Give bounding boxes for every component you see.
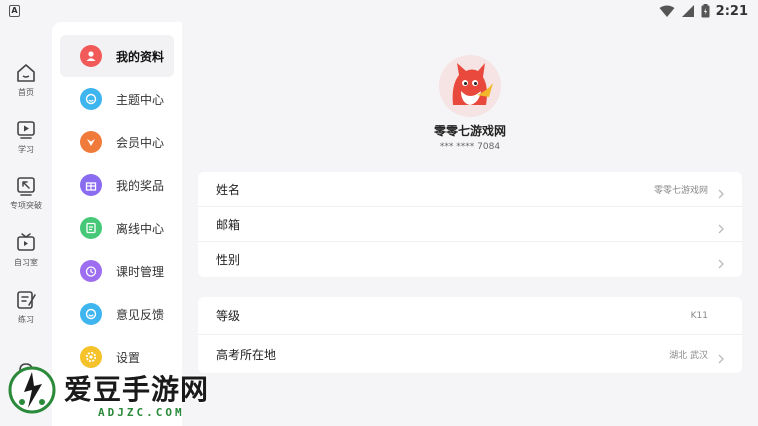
vip-icon bbox=[80, 131, 102, 153]
watermark-logo-icon bbox=[8, 366, 56, 414]
watermark-url: ADJZC.COM bbox=[98, 406, 185, 419]
row-label: 高考所在地 bbox=[216, 347, 277, 362]
rail-item-study-room[interactable]: 自习室 bbox=[0, 232, 52, 280]
row-label: 性别 bbox=[216, 253, 241, 267]
row-level: 等级 K11 bbox=[198, 297, 742, 335]
offline-icon bbox=[80, 217, 102, 239]
rail-label: 自习室 bbox=[14, 258, 38, 267]
menu-label: 我的奖品 bbox=[116, 178, 165, 193]
row-value: 湖北 武汉 bbox=[669, 350, 708, 361]
status-bar: A 2:21 bbox=[0, 0, 758, 22]
menu-item-offline[interactable]: 离线中心 bbox=[60, 207, 174, 249]
menu-label: 主题中心 bbox=[116, 92, 165, 107]
rail-item-study[interactable]: 学习 bbox=[0, 119, 52, 167]
menu-label: 会员中心 bbox=[116, 135, 165, 150]
app-badge: A bbox=[9, 5, 20, 17]
education-card: 等级 K11 高考所在地 湖北 武汉 bbox=[198, 297, 742, 373]
smile-icon bbox=[80, 88, 102, 110]
menu-item-profile[interactable]: 我的资料 bbox=[60, 35, 174, 77]
chevron-right-icon bbox=[716, 349, 726, 364]
menu-label: 设置 bbox=[116, 350, 141, 365]
home-icon bbox=[17, 64, 35, 82]
edit-icon bbox=[17, 291, 36, 309]
rail-label: 首页 bbox=[18, 88, 34, 97]
gift-icon bbox=[80, 174, 102, 196]
battery-icon bbox=[701, 4, 710, 18]
profile-panel: 零零七游戏网 *** **** 7084 姓名 零零七游戏网 邮箱 性别 等级 … bbox=[182, 22, 758, 426]
signal-icon bbox=[681, 4, 694, 17]
wifi-icon bbox=[659, 5, 675, 17]
menu-label: 我的资料 bbox=[116, 49, 165, 64]
row-name[interactable]: 姓名 零零七游戏网 bbox=[198, 172, 742, 207]
basic-info-card: 姓名 零零七游戏网 邮箱 性别 bbox=[198, 172, 742, 277]
menu-item-prizes[interactable]: 我的奖品 bbox=[60, 164, 174, 206]
row-value: 零零七游戏网 bbox=[653, 185, 708, 196]
row-email[interactable]: 邮箱 bbox=[198, 207, 742, 242]
profile-name: 零零七游戏网 bbox=[433, 124, 506, 138]
row-value: K11 bbox=[690, 310, 708, 321]
menu-item-vip[interactable]: 会员中心 bbox=[60, 121, 174, 163]
menu-label: 课时管理 bbox=[116, 264, 165, 279]
clock-icon bbox=[80, 260, 102, 282]
menu-item-theme[interactable]: 主题中心 bbox=[60, 78, 174, 120]
chevron-right-icon bbox=[716, 219, 726, 234]
rail-label: 专项突破 bbox=[10, 201, 42, 210]
fox-mascot-icon bbox=[439, 55, 501, 117]
menu-item-feedback[interactable]: 意见反馈 bbox=[60, 293, 174, 335]
menu-label: 意见反馈 bbox=[116, 307, 165, 322]
rail-item-breakthrough[interactable]: 专项突破 bbox=[0, 175, 52, 223]
row-label: 等级 bbox=[216, 309, 241, 323]
row-exam-location[interactable]: 高考所在地 湖北 武汉 bbox=[198, 335, 742, 373]
profile-phone: *** **** 7084 bbox=[439, 142, 501, 152]
menu-item-lessons[interactable]: 课时管理 bbox=[60, 250, 174, 292]
user-icon bbox=[80, 45, 102, 67]
row-gender[interactable]: 性别 bbox=[198, 242, 742, 277]
watermark: 爱豆手游网 ADJZC.COM bbox=[6, 364, 256, 424]
rail-item-home[interactable]: 首页 bbox=[0, 62, 52, 110]
menu-label: 离线中心 bbox=[116, 221, 165, 236]
rail-item-practice[interactable]: 练习 bbox=[0, 289, 52, 337]
avatar[interactable] bbox=[439, 55, 501, 117]
chevron-right-icon bbox=[716, 184, 726, 199]
tv-icon bbox=[17, 233, 35, 251]
row-label: 姓名 bbox=[216, 182, 241, 197]
play-icon bbox=[17, 121, 35, 139]
rail-label: 学习 bbox=[18, 145, 34, 154]
chevron-right-icon bbox=[716, 254, 726, 269]
status-time: 2:21 bbox=[715, 3, 748, 19]
target-icon bbox=[17, 177, 35, 196]
feedback-icon bbox=[80, 303, 102, 325]
row-label: 邮箱 bbox=[216, 217, 241, 232]
watermark-title: 爱豆手游网 bbox=[64, 373, 210, 406]
rail-label: 练习 bbox=[18, 315, 34, 324]
